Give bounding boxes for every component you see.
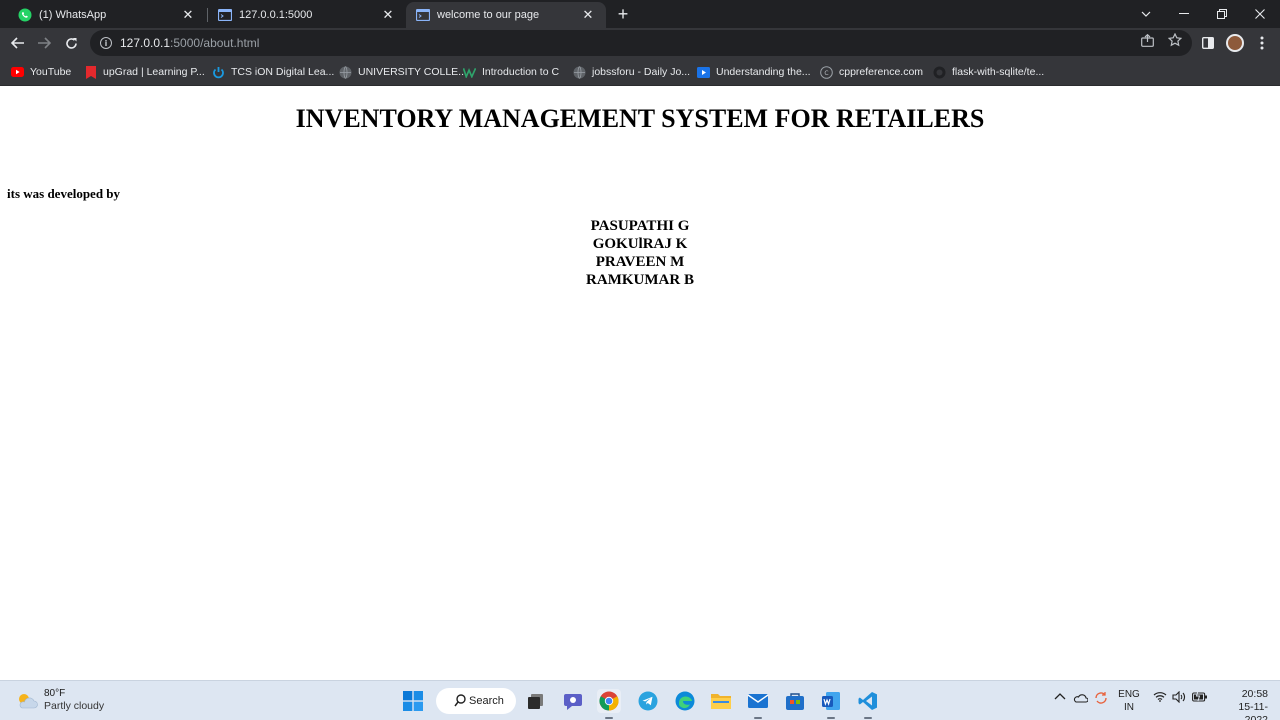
onedrive-cloud-icon[interactable] — [1073, 693, 1089, 706]
reload-icon[interactable] — [60, 32, 82, 54]
minimize-icon[interactable] — [1165, 0, 1203, 28]
developer-name: PASUPATHI G — [590, 218, 690, 234]
tab-welcome-active[interactable]: welcome to our page ✕ — [406, 2, 606, 28]
tab-whatsapp[interactable]: (1) WhatsApp ✕ — [8, 2, 206, 28]
tab-title: 127.0.0.1:5000 — [239, 9, 313, 21]
cpp-icon: C — [820, 65, 833, 79]
vscode-icon[interactable] — [856, 689, 880, 719]
windows-start-icon[interactable] — [401, 689, 425, 713]
clock-date: 15-11-2022 — [1238, 701, 1268, 720]
bookmark-label: flask-with-sqlite/te... — [952, 66, 1045, 78]
close-tab-icon[interactable]: ✕ — [380, 7, 396, 23]
task-view-icon[interactable] — [524, 689, 548, 713]
bookmark-label: upGrad | Learning P... — [103, 66, 205, 78]
region-code: IN — [1124, 702, 1134, 713]
bookmark-label: Introduction to C — [482, 66, 560, 78]
bookmark-understanding[interactable]: Understanding the... — [697, 64, 811, 80]
search-label: Search — [469, 695, 504, 707]
search-icon — [454, 694, 466, 710]
close-window-icon[interactable] — [1241, 0, 1279, 28]
bookmark-introduction-to-c[interactable]: Introduction to C — [463, 64, 559, 80]
bookmark-university[interactable]: UNIVERSITY COLLE... — [339, 64, 467, 80]
browser-toolbar: i 127.0.0.1:5000/about.html — [0, 28, 1280, 58]
bookmark-tcs-ion[interactable]: TCS iON Digital Lea... — [212, 64, 334, 80]
w-logo-icon — [463, 66, 476, 79]
weather-temperature: 80°F — [44, 688, 66, 699]
web-page: INVENTORY MANAGEMENT SYSTEM FOR RETAILER… — [0, 86, 1280, 680]
profile-avatar[interactable] — [1226, 34, 1244, 52]
sync-icon[interactable] — [1094, 691, 1108, 708]
taskbar-search[interactable]: Search — [436, 688, 516, 714]
url-path: :5000/about.html — [170, 36, 260, 50]
share-icon[interactable] — [1141, 33, 1154, 50]
bookmark-label: cppreference.com — [839, 66, 924, 78]
page-heading: INVENTORY MANAGEMENT SYSTEM FOR RETAILER… — [295, 104, 985, 133]
developer-name: PRAVEEN M — [595, 254, 685, 270]
bookmark-label: Understanding the... — [716, 66, 811, 78]
file-explorer-icon[interactable] — [709, 689, 733, 713]
developed-by-label: its was developed by — [7, 186, 121, 201]
tab-title: welcome to our page — [437, 9, 540, 21]
word-icon[interactable] — [819, 689, 843, 719]
site-info-icon[interactable]: i — [100, 37, 112, 49]
forward-arrow-icon[interactable] — [33, 32, 55, 54]
speaker-icon[interactable] — [1172, 690, 1186, 706]
youtube-icon — [11, 66, 24, 79]
tab-localhost[interactable]: 127.0.0.1:5000 ✕ — [208, 2, 406, 28]
windows-taskbar: 80°F Partly cloudy Search ENG IN 20:58 1… — [0, 680, 1280, 720]
telegram-icon[interactable] — [636, 689, 660, 713]
tcs-ion-icon — [212, 66, 225, 79]
weather-widget[interactable]: 80°F Partly cloudy — [16, 688, 104, 713]
developer-name: GOKUlRAJ K — [592, 236, 688, 252]
microsoft-store-icon[interactable] — [783, 689, 807, 713]
partly-cloudy-icon — [16, 692, 38, 710]
teams-chat-icon[interactable] — [561, 689, 585, 713]
language-code: ENG — [1118, 689, 1140, 700]
tab-title: (1) WhatsApp — [39, 9, 107, 21]
clock-time: 20:58 — [1241, 688, 1268, 700]
whatsapp-icon — [18, 8, 32, 22]
play-icon — [697, 66, 710, 79]
edge-icon[interactable] — [673, 689, 697, 713]
bookmark-cppreference[interactable]: C cppreference.com — [820, 64, 923, 80]
close-tab-icon[interactable]: ✕ — [580, 7, 596, 23]
bookmarks-bar: YouTube upGrad | Learning P... TCS iON D… — [0, 58, 1280, 86]
back-arrow-icon[interactable] — [7, 32, 29, 54]
developer-name: RAMKUMAR B — [586, 272, 694, 288]
upgrad-icon — [84, 65, 97, 79]
more-menu-icon[interactable] — [1251, 32, 1273, 54]
bookmark-label: YouTube — [30, 66, 72, 78]
tab-search-chevron-icon[interactable] — [1127, 0, 1165, 28]
mail-icon[interactable] — [746, 689, 770, 719]
show-hidden-icons-chevron-icon[interactable] — [1054, 691, 1066, 703]
system-clock[interactable]: 20:58 15-11-2022 — [1218, 688, 1268, 720]
address-bar[interactable]: i 127.0.0.1:5000/about.html — [90, 30, 1192, 56]
battery-charging-icon[interactable] — [1192, 690, 1208, 705]
side-panel-icon[interactable] — [1197, 32, 1219, 54]
chrome-icon[interactable] — [597, 689, 621, 719]
bookmark-upgrad[interactable]: upGrad | Learning P... — [84, 64, 205, 80]
terminal-page-icon — [416, 8, 430, 22]
bookmark-label: jobssforu - Daily Jo... — [592, 66, 691, 78]
globe-icon — [339, 65, 352, 79]
tab-strip: (1) WhatsApp ✕ 127.0.0.1:5000 ✕ welcome … — [0, 0, 1280, 28]
bookmark-star-icon[interactable] — [1167, 32, 1183, 50]
developer-list: PASUPATHI G GOKUlRAJ K PRAVEEN M RAMKUMA… — [0, 217, 1280, 289]
new-tab-button[interactable]: + — [613, 4, 633, 24]
close-tab-icon[interactable]: ✕ — [180, 7, 196, 23]
weather-condition: Partly cloudy — [44, 700, 105, 712]
bookmark-youtube[interactable]: YouTube — [11, 64, 71, 80]
bookmark-flask-sqlite[interactable]: flask-with-sqlite/te... — [933, 64, 1044, 80]
terminal-page-icon — [218, 8, 232, 22]
bookmark-label: TCS iON Digital Lea... — [231, 66, 335, 78]
globe-icon — [573, 65, 586, 79]
bookmark-label: UNIVERSITY COLLE... — [358, 66, 467, 78]
restore-icon[interactable] — [1203, 0, 1241, 28]
language-indicator[interactable]: ENG IN — [1118, 688, 1140, 714]
svg-text:C: C — [824, 70, 828, 77]
wifi-icon[interactable] — [1153, 691, 1167, 705]
bookmark-jobssforu[interactable]: jobssforu - Daily Jo... — [573, 64, 690, 80]
url-host: 127.0.0.1 — [120, 36, 171, 50]
github-icon — [933, 66, 946, 79]
